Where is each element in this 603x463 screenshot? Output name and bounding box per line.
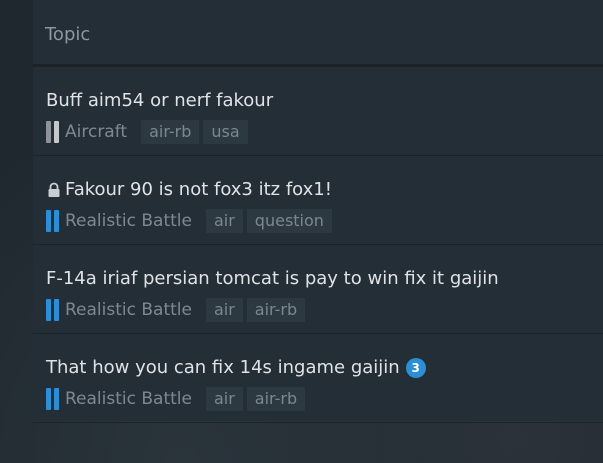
category-color-bar (46, 121, 51, 143)
tag[interactable]: air-rb (246, 387, 306, 411)
category-aircraft[interactable] (46, 121, 59, 143)
lock-icon (46, 182, 62, 198)
topic-row[interactable]: That how you can fix 14s ingame gaijin 3… (33, 334, 603, 423)
category-name[interactable]: Aircraft (65, 122, 127, 142)
category-name[interactable]: Realistic Battle (65, 300, 192, 320)
category-realistic-battle[interactable] (46, 388, 59, 410)
topic-meta: Realistic Battle air air-rb (46, 298, 309, 322)
category-color-bar (54, 121, 59, 143)
topic-meta: Realistic Battle air question (46, 209, 336, 233)
topic-list-header: Topic (33, 0, 603, 67)
tag[interactable]: air (205, 209, 243, 233)
topic-title-link[interactable]: Buff aim54 or nerf fakour (46, 90, 273, 111)
topic-title-line: F-14a iriaf persian tomcat is pay to win… (46, 268, 499, 289)
category-color-bar (46, 299, 51, 321)
topic-list: Topic Buff aim54 or nerf fakour Aircraft… (33, 0, 603, 423)
topic-title-line: Buff aim54 or nerf fakour (46, 90, 273, 111)
topic-row[interactable]: F-14a iriaf persian tomcat is pay to win… (33, 245, 603, 334)
category-color-bar (54, 299, 59, 321)
tag[interactable]: air (205, 298, 243, 322)
tag[interactable]: usa (203, 120, 248, 144)
category-color-bar (46, 388, 51, 410)
tag[interactable]: air (205, 387, 243, 411)
tag[interactable]: question (246, 209, 332, 233)
new-posts-badge[interactable]: 3 (405, 357, 426, 378)
category-realistic-battle[interactable] (46, 299, 59, 321)
topic-title-line: Fakour 90 is not fox3 itz fox1! (46, 179, 332, 200)
category-name[interactable]: Realistic Battle (65, 389, 192, 409)
topic-row[interactable]: Buff aim54 or nerf fakour Aircraft air-r… (33, 67, 603, 156)
category-color-bar (54, 388, 59, 410)
topic-title-link[interactable]: F-14a iriaf persian tomcat is pay to win… (46, 268, 499, 289)
topic-column-header[interactable]: Topic (45, 24, 90, 45)
topic-title-link[interactable]: That how you can fix 14s ingame gaijin (46, 357, 400, 378)
topic-meta: Realistic Battle air air-rb (46, 387, 309, 411)
tag[interactable]: air-rb (141, 120, 200, 144)
topic-row[interactable]: Fakour 90 is not fox3 itz fox1! Realisti… (33, 156, 603, 245)
category-realistic-battle[interactable] (46, 210, 59, 232)
category-name[interactable]: Realistic Battle (65, 211, 192, 231)
tag[interactable]: air-rb (246, 298, 306, 322)
category-color-bar (46, 210, 51, 232)
topic-title-link[interactable]: Fakour 90 is not fox3 itz fox1! (65, 179, 332, 200)
page: Topic Buff aim54 or nerf fakour Aircraft… (0, 0, 603, 463)
topic-title-line: That how you can fix 14s ingame gaijin 3 (46, 357, 426, 378)
topic-meta: Aircraft air-rb usa (46, 120, 252, 144)
category-color-bar (54, 210, 59, 232)
